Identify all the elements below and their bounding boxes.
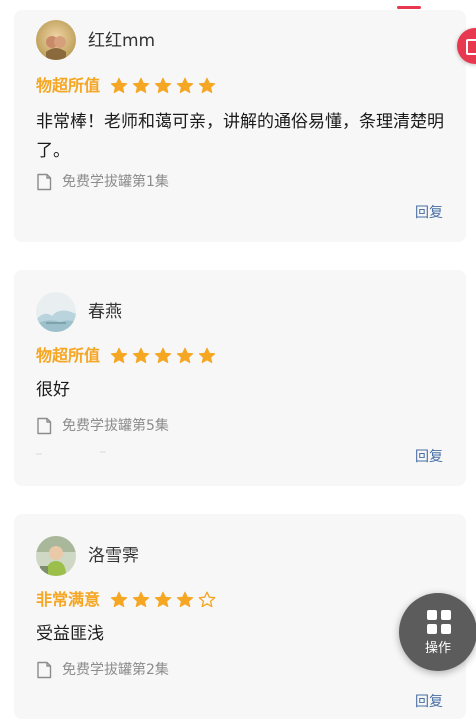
avatar[interactable] xyxy=(36,20,76,60)
star-filled-icon xyxy=(198,77,216,95)
bookmark-icon xyxy=(466,39,476,55)
star-filled-icon xyxy=(154,591,172,609)
star-filled-icon xyxy=(110,77,128,95)
reply-button[interactable]: 回复 xyxy=(415,693,443,711)
tab-indicator xyxy=(397,6,421,9)
episode-link[interactable]: 免费学拔罐第1集 xyxy=(36,173,169,191)
avatar[interactable] xyxy=(36,292,76,332)
star-filled-icon xyxy=(198,347,216,365)
document-icon xyxy=(37,417,52,435)
divider-dot xyxy=(36,453,42,455)
episode-link[interactable]: 免费学拔罐第2集 xyxy=(36,661,169,679)
review-comment: 非常棒！老师和蔼可亲，讲解的通俗易懂，条理清楚明了。 xyxy=(36,112,444,161)
star-filled-icon xyxy=(132,77,150,95)
rating-text: 物超所值 xyxy=(36,346,101,365)
rating-text: 物超所值 xyxy=(36,76,101,95)
reply-button[interactable]: 回复 xyxy=(415,448,443,466)
document-icon xyxy=(37,661,52,679)
divider-dot xyxy=(100,451,106,453)
episode-link[interactable]: 免费学拔罐第5集 xyxy=(36,417,169,435)
episode-label: 免费学拔罐第1集 xyxy=(62,174,169,190)
document-icon xyxy=(37,173,52,191)
username[interactable]: 红红mm xyxy=(88,30,155,52)
star-filled-icon xyxy=(132,347,150,365)
star-filled-icon xyxy=(176,591,194,609)
review-comment: 受益匪浅 xyxy=(36,624,104,644)
star-filled-icon xyxy=(154,77,172,95)
username[interactable]: 洛雪霁 xyxy=(88,545,139,567)
star-empty-icon xyxy=(198,591,216,609)
operation-label: 操作 xyxy=(424,641,451,656)
star-rating xyxy=(110,591,216,609)
star-filled-icon xyxy=(110,347,128,365)
star-filled-icon xyxy=(110,591,128,609)
star-rating xyxy=(110,77,216,95)
review-card: 春燕 物超所值 很好 免费学拔罐第5集 回复 xyxy=(14,270,466,486)
star-filled-icon xyxy=(154,347,172,365)
star-rating xyxy=(110,347,216,365)
episode-label: 免费学拔罐第2集 xyxy=(62,662,169,678)
star-filled-icon xyxy=(176,77,194,95)
star-filled-icon xyxy=(132,591,150,609)
avatar[interactable] xyxy=(36,536,76,576)
username[interactable]: 春燕 xyxy=(88,301,122,323)
review-comment: 很好 xyxy=(36,380,70,400)
episode-label: 免费学拔罐第5集 xyxy=(62,418,169,434)
rating-text: 非常满意 xyxy=(36,590,101,609)
reply-button[interactable]: 回复 xyxy=(415,204,443,222)
review-card: 红红mm 物超所值 非常棒！老师和蔼可亲，讲解的通俗易懂，条理清楚明了。 免费学… xyxy=(14,10,466,242)
grid-icon xyxy=(427,610,451,634)
star-filled-icon xyxy=(176,347,194,365)
operation-button[interactable]: 操作 xyxy=(399,593,476,671)
review-card: 洛雪霁 非常满意 受益匪浅 免费学拔罐第2集 回复 xyxy=(14,514,466,719)
